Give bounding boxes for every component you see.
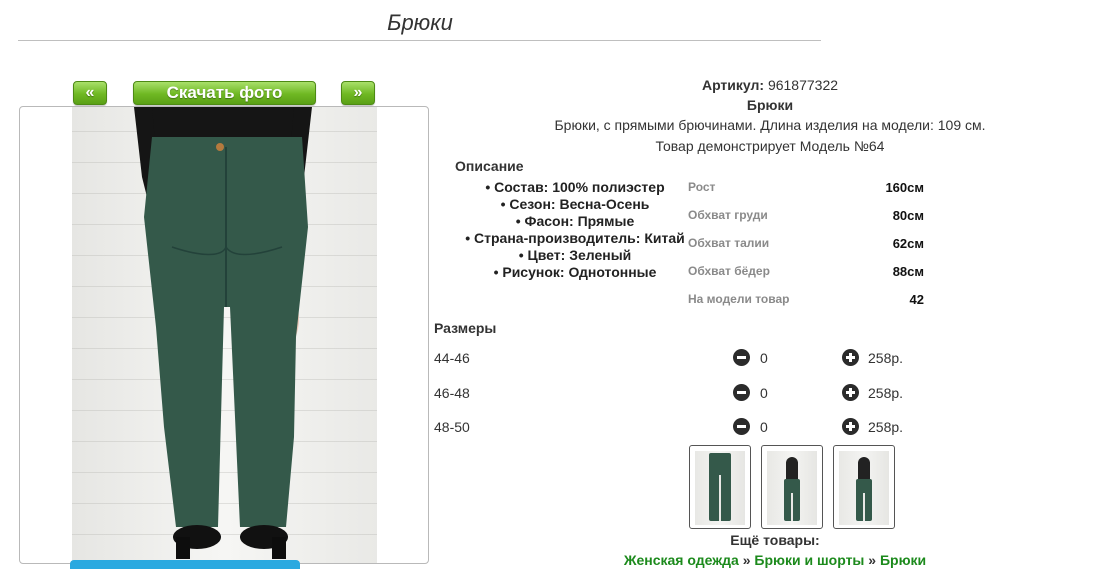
photo-scrollbar[interactable] (70, 560, 300, 569)
thumbnail-image (839, 451, 889, 525)
description-item: Сезон: Весна-Осень (440, 196, 710, 213)
thumbnail-2[interactable] (761, 445, 823, 529)
model-figure (134, 107, 312, 559)
size-row: 48-50 0 258р. (434, 417, 934, 441)
article-line: Артикул: 961877322 (430, 77, 1105, 93)
more-products-title: Ещё товары: (730, 532, 820, 548)
measurement-value: 80см (892, 208, 924, 223)
price: 258р. (868, 385, 904, 401)
plus-icon[interactable] (842, 384, 859, 401)
price: 258р. (868, 350, 904, 366)
description-item: Фасон: Прямые (440, 213, 710, 230)
thumbnail-image (767, 451, 817, 525)
breadcrumb-link-pants[interactable]: Брюки (880, 552, 926, 568)
minus-icon[interactable] (733, 384, 750, 401)
description-item: Цвет: Зеленый (440, 247, 710, 264)
plus-icon[interactable] (842, 349, 859, 366)
size-row: 44-46 0 258р. (434, 348, 934, 372)
product-summary: Брюки, с прямыми брючинами. Длина издели… (554, 117, 986, 133)
thumbnail-1[interactable] (689, 445, 751, 529)
description-title: Описание (455, 158, 524, 174)
model-note: Товар демонстрирует Модель №64 (655, 138, 885, 154)
breadcrumb-separator: » (742, 552, 751, 568)
measurement-value: 160см (885, 180, 924, 195)
thumbnail-image (695, 451, 745, 525)
measurement-value: 42 (909, 292, 924, 307)
sizes-title: Размеры (434, 320, 497, 336)
measurement-label: На модели товар (688, 292, 790, 306)
title-divider (18, 40, 821, 41)
plus-icon[interactable] (842, 418, 859, 435)
price: 258р. (868, 419, 904, 435)
measurement-value: 62см (892, 236, 924, 251)
measurement-label: Обхват талии (688, 236, 770, 250)
article-value: 961877322 (767, 77, 839, 93)
size-label: 48-50 (434, 419, 470, 435)
minus-icon[interactable] (733, 418, 750, 435)
description-list: Состав: 100% полиэстер Сезон: Весна-Осен… (440, 179, 710, 281)
measurement-label: Обхват бёдер (688, 264, 770, 278)
breadcrumb: Женская одежда » Брюки и шорты » Брюки (430, 552, 1105, 568)
quantity-value: 0 (760, 419, 768, 435)
quantity-value: 0 (760, 385, 768, 401)
breadcrumb-link-women[interactable]: Женская одежда (624, 552, 739, 568)
measurement-label: Обхват груди (688, 208, 768, 222)
quantity-value: 0 (760, 350, 768, 366)
product-name: Брюки (746, 97, 794, 113)
prev-photo-button[interactable]: « (73, 81, 107, 105)
product-photo-frame (19, 106, 429, 564)
size-label: 46-48 (434, 385, 470, 401)
measurement-label: Рост (688, 180, 716, 194)
thumbnail-3[interactable] (833, 445, 895, 529)
description-item: Состав: 100% полиэстер (440, 179, 710, 196)
download-photo-button[interactable]: Скачать фото (133, 81, 316, 105)
breadcrumb-separator: » (868, 552, 877, 568)
description-item: Рисунок: Однотонные (440, 264, 710, 281)
minus-icon[interactable] (733, 349, 750, 366)
description-item: Страна-производитель: Китай (440, 230, 710, 247)
next-photo-button[interactable]: » (341, 81, 375, 105)
article-label: Артикул: (701, 77, 765, 93)
page-title: Брюки (387, 10, 453, 35)
measurement-value: 88см (892, 264, 924, 279)
size-row: 46-48 0 258р. (434, 383, 934, 407)
breadcrumb-link-pants-shorts[interactable]: Брюки и шорты (754, 552, 864, 568)
size-label: 44-46 (434, 350, 470, 366)
product-photo[interactable] (72, 107, 377, 563)
